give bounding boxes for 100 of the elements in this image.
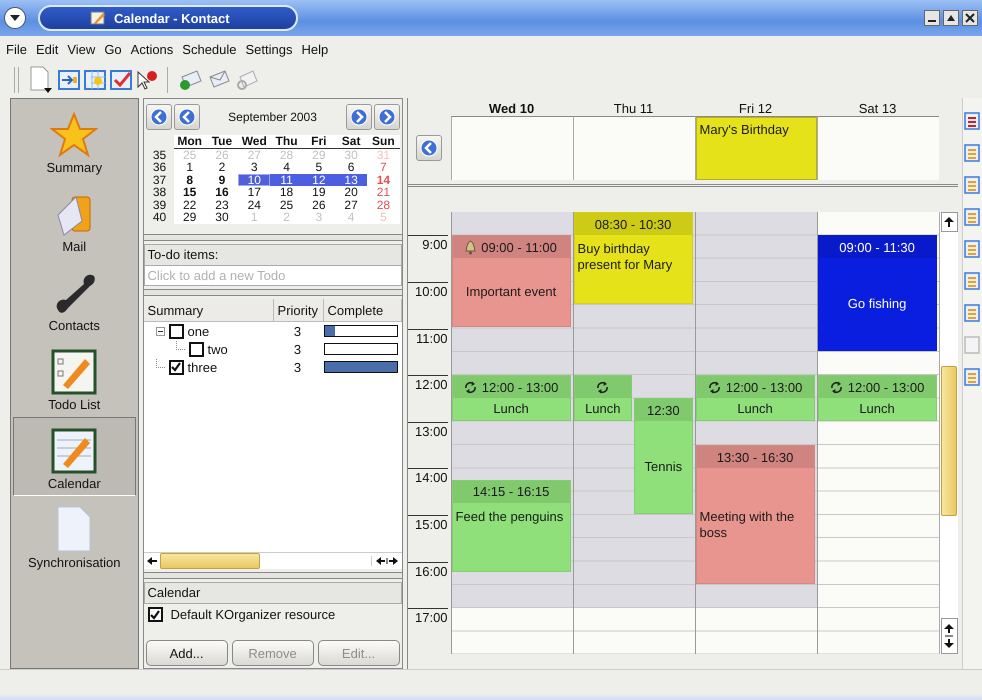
todo-summary: two: [208, 342, 228, 356]
menu-item[interactable]: Edit: [36, 40, 58, 58]
hour-label: 10:00: [408, 282, 448, 299]
calendar-day[interactable]: 7: [367, 161, 400, 174]
splitter-handle[interactable]: [144, 234, 402, 241]
calendar-day[interactable]: 30: [206, 211, 238, 224]
priority-cell-text: 3: [292, 360, 302, 374]
calendar-pencil-icon: [90, 10, 106, 26]
day-column[interactable]: 09:00 - 11:00 Important event 12:00 - 13:00 Lunch 14:15 - 16:15 Feed the penguins: [450, 212, 573, 654]
calendar-day[interactable]: 5: [302, 161, 335, 174]
event-block[interactable]: 12:00 - 13:00 Lunch: [696, 375, 815, 421]
calendar-day[interactable]: 10: [238, 174, 270, 186]
day-header: Wed 10: [488, 101, 536, 116]
checkbox[interactable]: [168, 324, 184, 338]
calendar-day[interactable]: 14: [367, 174, 400, 186]
calendar-day[interactable]: 11: [270, 174, 303, 186]
collapse-icon[interactable]: [156, 326, 165, 336]
event-time: 12:00 - 13:00: [726, 380, 802, 395]
checklist-icon[interactable]: [109, 69, 133, 91]
menu-item[interactable]: Actions: [130, 40, 174, 58]
checkbox[interactable]: [168, 360, 184, 374]
calendar-day[interactable]: 2: [206, 161, 238, 174]
event-block[interactable]: 13:30 - 16:30 Meeting with the boss: [696, 445, 815, 584]
calendar-day[interactable]: 19: [302, 186, 335, 198]
calendar-day[interactable]: 15: [174, 186, 206, 198]
splitter-handle[interactable]: [144, 572, 402, 579]
scroll-arrows-icon[interactable]: [940, 618, 958, 654]
sidebar-item[interactable]: Calendar: [13, 417, 136, 496]
event-title: Meeting with the boss: [700, 509, 796, 542]
column-header[interactable]: Summary: [144, 299, 274, 321]
sidebar-item[interactable]: Synchronisation: [13, 496, 136, 575]
menu-item[interactable]: View: [67, 40, 96, 58]
menu-item[interactable]: Go: [104, 40, 122, 58]
checkbox[interactable]: [148, 607, 163, 622]
event-block[interactable]: 14:15 - 16:15 Feed the penguins: [452, 480, 571, 572]
all-day-cell[interactable]: [572, 116, 695, 180]
calendar-arrow-icon[interactable]: [57, 69, 81, 91]
calendar-day[interactable]: 28: [367, 198, 400, 211]
event-block[interactable]: 08:30 - 10:30 Buy birthday present for Mary: [574, 212, 693, 304]
calendar-day[interactable]: 25: [270, 198, 303, 211]
calendar-day[interactable]: 17: [238, 186, 270, 198]
close-button[interactable]: [962, 10, 978, 26]
maximize-button[interactable]: [943, 10, 959, 26]
calendar-day[interactable]: 16: [206, 186, 238, 198]
scroll-up-icon[interactable]: [940, 212, 958, 232]
sidebar-item[interactable]: Mail: [13, 180, 136, 259]
calendar-day[interactable]: 4: [270, 161, 303, 174]
calendar-day[interactable]: 6: [334, 161, 368, 174]
event-block[interactable]: 09:00 - 11:00 Important event: [452, 235, 571, 328]
calendar-day[interactable]: 21: [367, 186, 400, 198]
checkbox[interactable]: [188, 342, 204, 356]
sidebar-item[interactable]: Contacts: [13, 259, 136, 338]
minimize-button[interactable]: [924, 10, 940, 26]
new-todo-field[interactable]: Click to add a new Todo: [144, 266, 402, 286]
event-block[interactable]: Lunch: [574, 375, 632, 421]
calendar-star-icon[interactable]: [83, 69, 107, 91]
event-block[interactable]: 12:30 Tennis: [634, 398, 693, 514]
previous-year-button[interactable]: [146, 104, 172, 130]
sidebar-item[interactable]: Summary: [13, 101, 136, 180]
column-header[interactable]: Priority: [274, 299, 324, 321]
event-time: 12:00 - 13:00: [482, 380, 558, 395]
calendar-day[interactable]: 18: [270, 186, 303, 198]
scrollbar-thumb[interactable]: [941, 366, 958, 516]
menu-item[interactable]: Help: [302, 40, 328, 58]
checklist-icon: [51, 349, 98, 395]
next-year-button[interactable]: [374, 104, 400, 130]
scrollbar-thumb[interactable]: [160, 553, 260, 569]
all-day-cell[interactable]: [450, 116, 573, 180]
day-column[interactable]: 08:30 - 10:30 Buy birthday present for Mary Lunch 12:30 Tennis: [572, 212, 695, 654]
previous-month-button[interactable]: [174, 104, 200, 130]
event-block[interactable]: 12:00 - 13:00 Lunch: [452, 375, 571, 421]
menu-item[interactable]: File: [6, 40, 27, 58]
horizontal-scrollbar[interactable]: [144, 552, 402, 569]
calendar-day[interactable]: 1: [174, 161, 206, 174]
day-column[interactable]: 12:00 - 13:00 Lunch 13:30 - 16:30 Meeting with the boss: [694, 212, 817, 654]
all-day-cell[interactable]: [816, 116, 939, 180]
calendar-day[interactable]: 20: [334, 186, 368, 198]
calendar-day[interactable]: 3: [238, 161, 270, 174]
calendar-day[interactable]: 24: [238, 198, 270, 211]
previous-button[interactable]: [416, 135, 442, 161]
help-pointer-icon[interactable]: [135, 69, 159, 91]
event-block[interactable]: 12:00 - 13:00 Lunch: [818, 375, 937, 421]
column-header[interactable]: Complete: [324, 299, 402, 321]
envelope-upload-icon[interactable]: [178, 68, 204, 92]
next-month-button[interactable]: [346, 104, 372, 130]
all-day-event[interactable]: Mary's Birthday: [696, 117, 817, 180]
vertical-scrollbar[interactable]: [938, 212, 958, 654]
sidebar-item[interactable]: Todo List: [13, 338, 136, 417]
event-block[interactable]: 09:00 - 11:30 Go fishing: [818, 235, 937, 351]
menu-item[interactable]: Settings: [246, 40, 292, 58]
calendar-day[interactable]: 29: [174, 211, 206, 224]
event-title: Buy birthday present for Mary: [578, 241, 674, 273]
splitter-handle[interactable]: [144, 289, 402, 296]
window-menu-button[interactable]: [4, 7, 26, 29]
resource-button[interactable]: Add...: [146, 640, 228, 666]
event-title: Lunch: [493, 400, 529, 417]
day-column[interactable]: 09:00 - 11:30 Go fishing 12:00 - 13:00 Lunch: [816, 212, 939, 654]
menu-item[interactable]: Schedule: [182, 40, 237, 58]
sidebar-label: Synchronisation: [28, 555, 121, 570]
window-title: Calendar - Kontact: [114, 10, 230, 26]
